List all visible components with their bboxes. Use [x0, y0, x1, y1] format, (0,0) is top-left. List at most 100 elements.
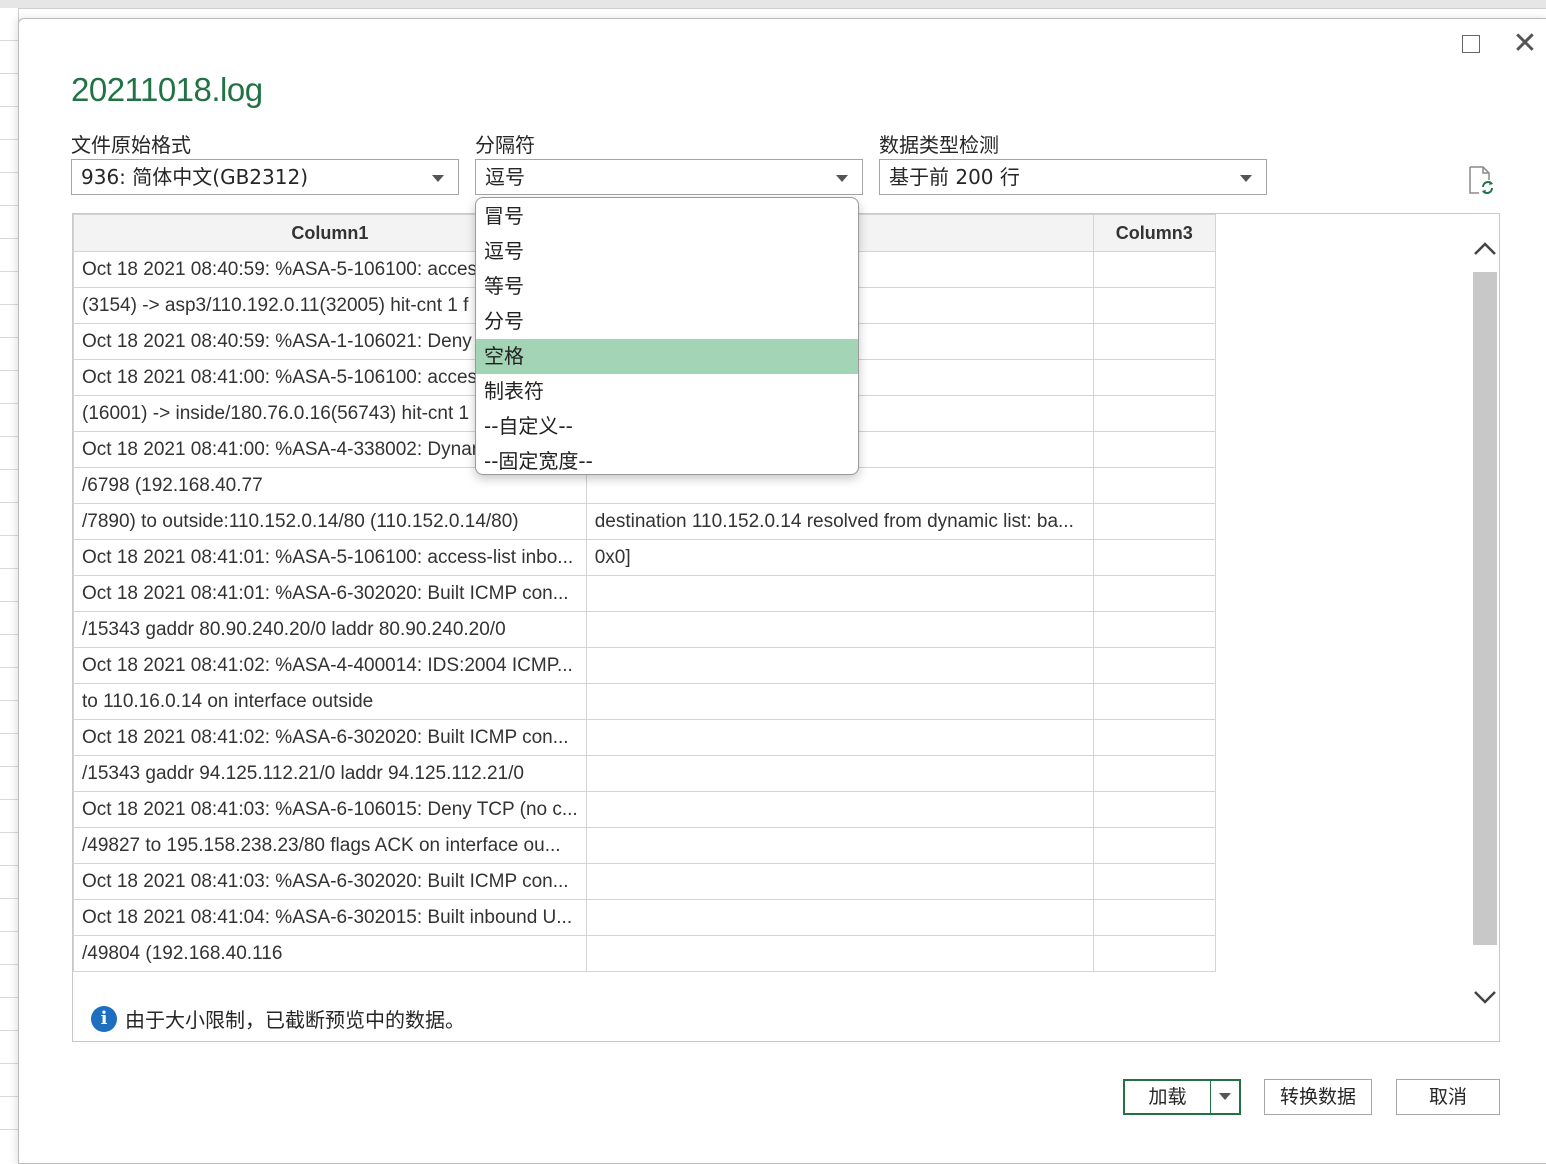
- spreadsheet-row-gutter: [0, 8, 19, 1162]
- table-row: Oct 18 2021 08:41:02: %ASA-6-302020: Bui…: [73, 719, 1216, 756]
- load-options-button[interactable]: [1210, 1079, 1241, 1115]
- table-cell: [585, 683, 1094, 720]
- file-origin-value: 936: 简体中文(GB2312): [81, 165, 308, 189]
- table-cell: [585, 827, 1094, 864]
- table-cell: [1092, 755, 1216, 792]
- table-cell: [1092, 935, 1216, 972]
- table-cell: [1092, 287, 1216, 324]
- truncation-notice: i 由于大小限制，已截断预览中的数据。: [91, 1004, 465, 1033]
- table-cell: [585, 899, 1094, 936]
- refresh-preview-icon[interactable]: [1467, 165, 1495, 195]
- table-cell: [1092, 467, 1216, 504]
- spreadsheet-column-header: [0, 0, 1546, 9]
- chevron-down-icon: [836, 175, 848, 182]
- file-origin-label: 文件原始格式: [71, 133, 191, 157]
- truncation-notice-text: 由于大小限制，已截断预览中的数据。: [125, 1008, 465, 1032]
- table-cell: [1092, 395, 1216, 432]
- table-row: Oct 18 2021 08:41:02: %ASA-4-400014: IDS…: [73, 647, 1216, 684]
- type-detection-value: 基于前 200 行: [889, 165, 1020, 189]
- delimiter-select[interactable]: 逗号: [475, 159, 863, 195]
- scroll-up-icon[interactable]: [1470, 234, 1500, 264]
- close-button[interactable]: ✕: [1508, 29, 1542, 59]
- import-dialog: ✕ 20211018.log 文件原始格式 936: 简体中文(GB2312) …: [18, 18, 1546, 1164]
- maximize-icon: [1462, 35, 1480, 53]
- info-icon: i: [91, 1005, 117, 1032]
- table-cell: [1092, 431, 1216, 468]
- cancel-button[interactable]: 取消: [1396, 1079, 1500, 1115]
- table-cell: [1092, 503, 1216, 540]
- chevron-down-icon: [1219, 1093, 1231, 1100]
- delimiter-option[interactable]: --固定宽度--: [476, 444, 858, 474]
- table-row: /49827 to 195.158.238.23/80 flags ACK on…: [73, 827, 1216, 864]
- delimiter-option[interactable]: 等号: [476, 269, 858, 304]
- delimiter-option[interactable]: 冒号: [476, 199, 858, 234]
- vertical-scrollbar[interactable]: [1473, 272, 1497, 945]
- delimiter-value: 逗号: [485, 165, 525, 189]
- table-cell: [1092, 611, 1216, 648]
- table-cell: /49804 (192.168.40.116: [73, 935, 587, 972]
- table-cell: [1092, 827, 1216, 864]
- table-row: Oct 18 2021 08:41:01: %ASA-6-302020: Bui…: [73, 575, 1216, 612]
- scroll-down-icon[interactable]: [1470, 982, 1500, 1012]
- table-cell: /15343 gaddr 80.90.240.20/0 laddr 80.90.…: [73, 611, 587, 648]
- table-cell: 0x0]: [585, 539, 1094, 576]
- table-row: Oct 18 2021 08:41:04: %ASA-6-302015: Bui…: [73, 899, 1216, 936]
- table-cell: [585, 863, 1094, 900]
- table-row: /49804 (192.168.40.116: [73, 935, 1216, 972]
- transform-data-button[interactable]: 转换数据: [1264, 1079, 1372, 1115]
- table-cell: [585, 791, 1094, 828]
- table-cell: to 110.16.0.14 on interface outside: [73, 683, 587, 720]
- table-cell: [1092, 323, 1216, 360]
- table-cell: Oct 18 2021 08:41:03: %ASA-6-106015: Den…: [73, 791, 587, 828]
- delimiter-option[interactable]: 分号: [476, 304, 858, 339]
- table-cell: [585, 719, 1094, 756]
- delimiter-dropdown-list: 冒号 逗号 等号 分号 空格 制表符 --自定义-- --固定宽度--: [475, 197, 859, 475]
- table-row: /7890) to outside:110.152.0.14/80 (110.1…: [73, 503, 1216, 540]
- column-header[interactable]: Column3: [1092, 214, 1216, 252]
- file-origin-select[interactable]: 936: 简体中文(GB2312): [71, 159, 459, 195]
- table-cell: [1092, 719, 1216, 756]
- table-cell: [585, 755, 1094, 792]
- delimiter-option[interactable]: 空格: [476, 339, 858, 374]
- table-cell: [1092, 539, 1216, 576]
- table-cell: /7890) to outside:110.152.0.14/80 (110.1…: [73, 503, 587, 540]
- chevron-down-icon: [1240, 175, 1252, 182]
- load-button[interactable]: 加载: [1123, 1079, 1211, 1115]
- table-cell: Oct 18 2021 08:41:02: %ASA-4-400014: IDS…: [73, 647, 587, 684]
- table-cell: Oct 18 2021 08:41:01: %ASA-5-106100: acc…: [73, 539, 587, 576]
- table-cell: Oct 18 2021 08:41:04: %ASA-6-302015: Bui…: [73, 899, 587, 936]
- table-row: Oct 18 2021 08:41:03: %ASA-6-302020: Bui…: [73, 863, 1216, 900]
- table-cell: Oct 18 2021 08:41:01: %ASA-6-302020: Bui…: [73, 575, 587, 612]
- table-cell: [1092, 359, 1216, 396]
- table-cell: [1092, 251, 1216, 288]
- type-detection-label: 数据类型检测: [879, 133, 999, 157]
- table-row: Oct 18 2021 08:41:03: %ASA-6-106015: Den…: [73, 791, 1216, 828]
- table-cell: [1092, 899, 1216, 936]
- table-cell: [1092, 647, 1216, 684]
- delimiter-option[interactable]: 制表符: [476, 374, 858, 409]
- table-row: /15343 gaddr 80.90.240.20/0 laddr 80.90.…: [73, 611, 1216, 648]
- dialog-title: 20211018.log: [71, 71, 263, 108]
- table-row: to 110.16.0.14 on interface outside: [73, 683, 1216, 720]
- table-cell: [585, 611, 1094, 648]
- delimiter-label: 分隔符: [475, 133, 535, 157]
- table-cell: [585, 647, 1094, 684]
- maximize-button[interactable]: [1454, 29, 1488, 59]
- table-cell: [585, 935, 1094, 972]
- table-cell: Oct 18 2021 08:41:03: %ASA-6-302020: Bui…: [73, 863, 587, 900]
- table-cell: [1092, 791, 1216, 828]
- table-cell: [1092, 683, 1216, 720]
- delimiter-option[interactable]: 逗号: [476, 234, 858, 269]
- chevron-down-icon: [432, 175, 444, 182]
- table-row: Oct 18 2021 08:41:01: %ASA-5-106100: acc…: [73, 539, 1216, 576]
- table-row: /15343 gaddr 94.125.112.21/0 laddr 94.12…: [73, 755, 1216, 792]
- type-detection-select[interactable]: 基于前 200 行: [879, 159, 1267, 195]
- table-cell: /15343 gaddr 94.125.112.21/0 laddr 94.12…: [73, 755, 587, 792]
- table-cell: [1092, 575, 1216, 612]
- table-cell: [1092, 863, 1216, 900]
- table-cell: [585, 575, 1094, 612]
- delimiter-option[interactable]: --自定义--: [476, 409, 858, 444]
- table-cell: Oct 18 2021 08:41:02: %ASA-6-302020: Bui…: [73, 719, 587, 756]
- table-cell: /49827 to 195.158.238.23/80 flags ACK on…: [73, 827, 587, 864]
- table-cell: destination 110.152.0.14 resolved from d…: [585, 503, 1094, 540]
